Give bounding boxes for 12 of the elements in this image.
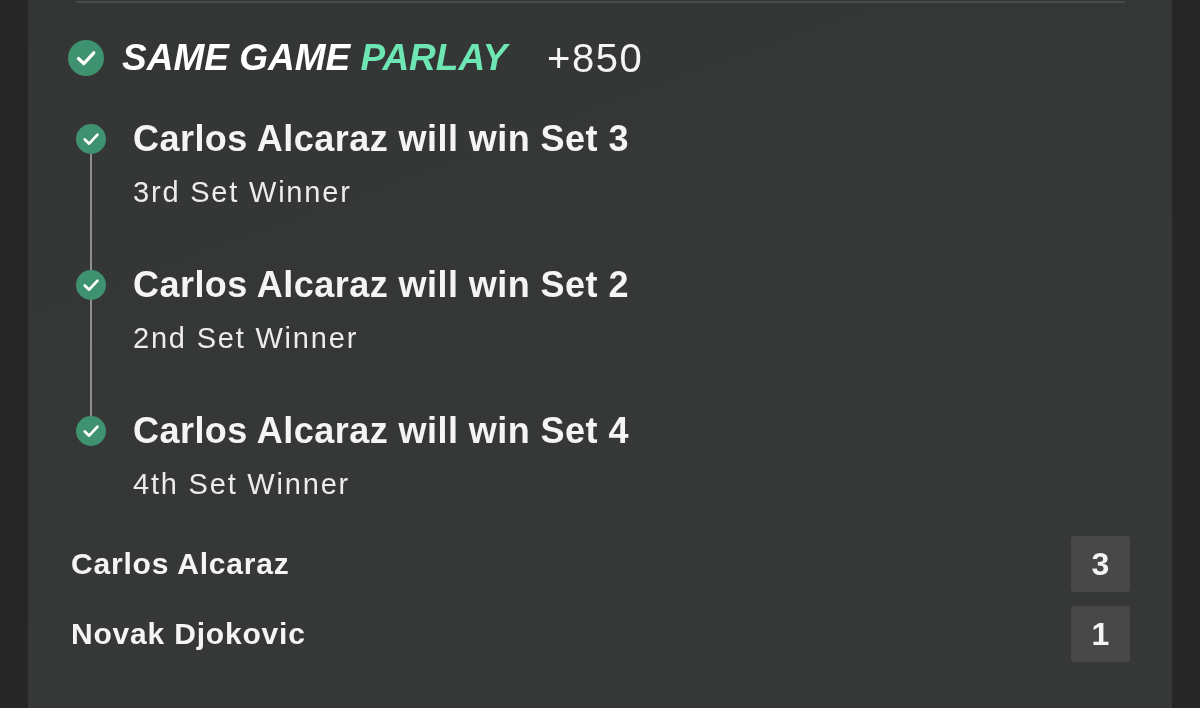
player-name: Carlos Alcaraz: [71, 547, 290, 581]
bet-title: SAME GAME PARLAY: [122, 38, 508, 78]
leg-selection: Carlos Alcaraz will win Set 2: [133, 270, 629, 300]
player-name: Novak Djokovic: [71, 617, 306, 651]
leg-selection: Carlos Alcaraz will win Set 3: [133, 124, 629, 154]
leg-market: 3rd Set Winner: [133, 176, 352, 208]
set-score: 1: [1071, 606, 1130, 662]
set-score: 3: [1071, 536, 1130, 592]
leg-market: 4th Set Winner: [133, 468, 350, 500]
bet-odds: +850: [547, 38, 644, 78]
leg-selection: Carlos Alcaraz will win Set 4: [133, 416, 629, 446]
leg-market: 2nd Set Winner: [133, 322, 359, 354]
